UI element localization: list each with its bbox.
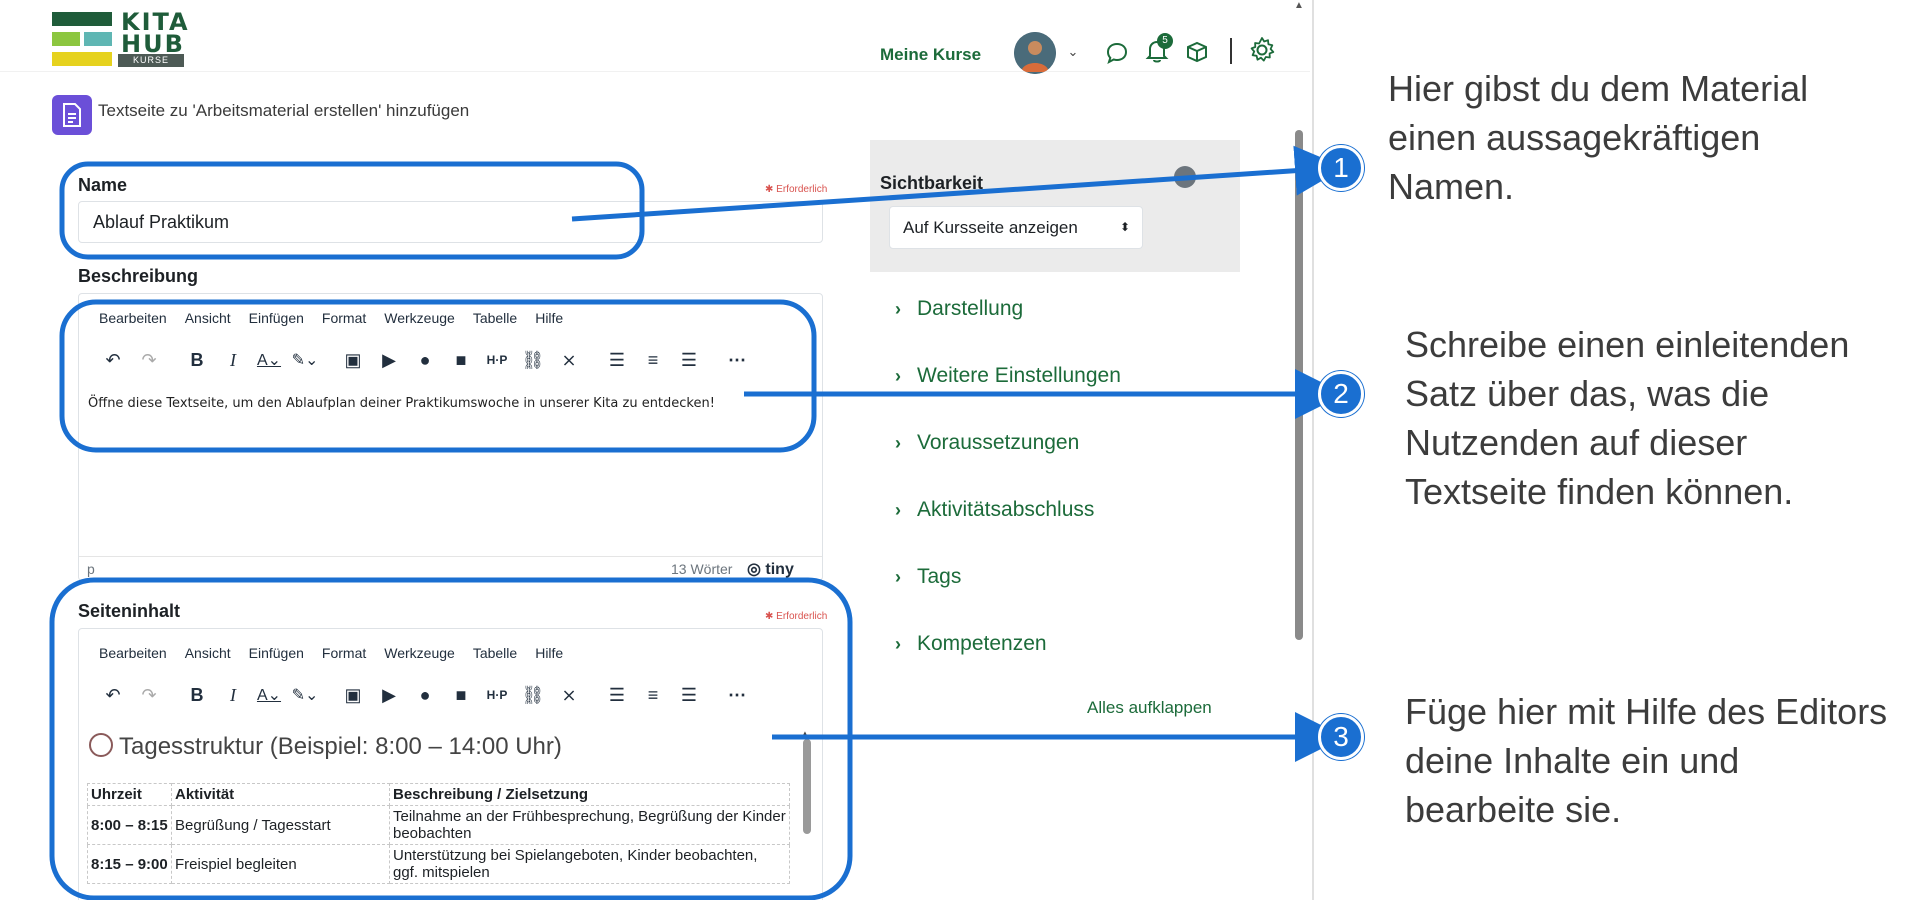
arrow-1 [571, 145, 1345, 222]
callout-text-3: Füge hier mit Hilfe des Editors deine In… [1405, 691, 1888, 830]
callout-badge-2: 2 [1318, 371, 1364, 417]
highlight-box-name [59, 161, 645, 260]
callout-badge-3: 3 [1318, 714, 1364, 760]
callout-text-1: Hier gibst du dem Material einen aussage… [1388, 68, 1809, 207]
callout-text-2: Schreibe einen einleitenden Satz über da… [1405, 324, 1850, 512]
callout-badge-1: 1 [1318, 145, 1364, 191]
screenshot-root: KITA HUB KURSE Meine Kurse ⌄ 5 Textseite… [0, 0, 1920, 900]
highlight-box-description [59, 299, 817, 453]
highlight-box-content [49, 577, 853, 900]
